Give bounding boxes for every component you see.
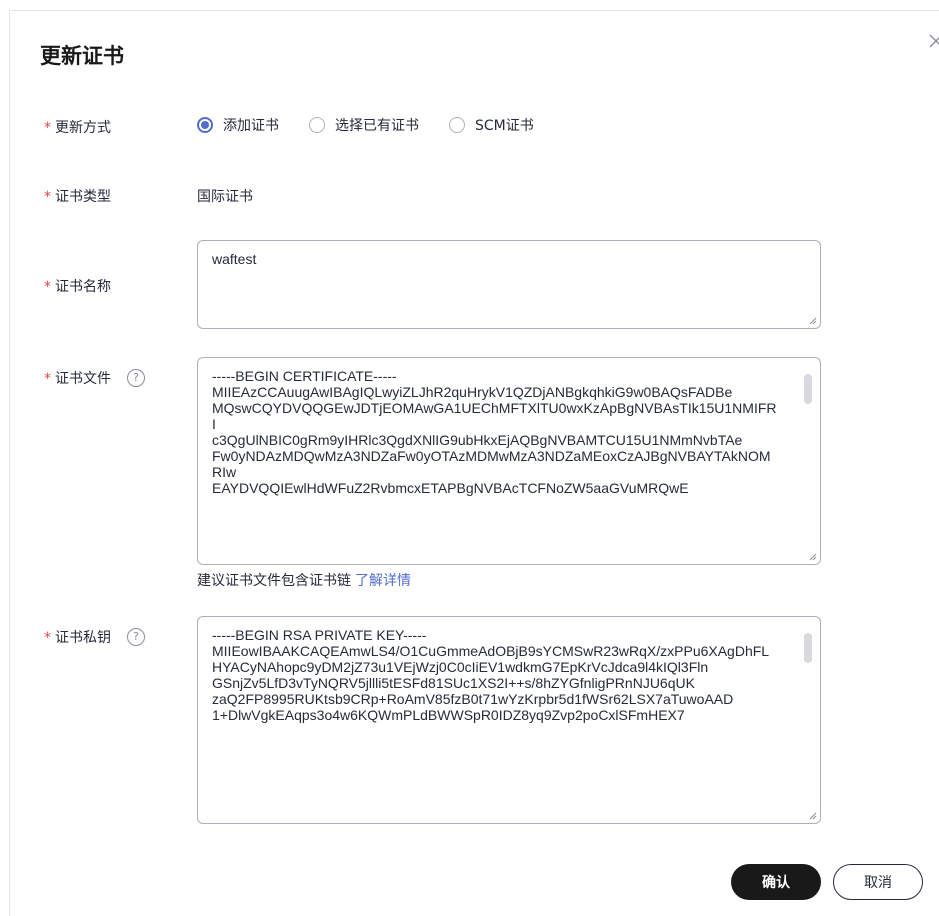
radio-unchecked-icon (449, 117, 465, 133)
cert-chain-hint: 建议证书文件包含证书链 了解详情 (197, 573, 411, 589)
resize-handle-icon[interactable] (809, 812, 817, 820)
cancel-button[interactable]: 取消 (833, 864, 923, 900)
confirm-button[interactable]: 确认 (731, 864, 821, 900)
radio-unchecked-icon (309, 117, 325, 133)
scrollbar-thumb[interactable] (804, 633, 812, 663)
required-star: * (44, 279, 51, 295)
question-circle-icon[interactable]: ? (127, 628, 145, 646)
cert-file-label: * 证书文件? (44, 368, 145, 388)
dialog-title: 更新证书 (40, 44, 124, 68)
required-star: * (44, 371, 51, 387)
update-method-label: * 更新方式 (44, 120, 111, 136)
private-key-textarea[interactable]: -----BEGIN RSA PRIVATE KEY----- MIIEowIB… (197, 616, 821, 824)
radio-add-certificate[interactable]: 添加证书 (197, 115, 279, 135)
required-star: * (44, 189, 51, 205)
cert-type-label: * 证书类型 (44, 189, 111, 205)
update-method-radio-group: 添加证书 选择已有证书 SCM证书 (197, 115, 564, 135)
radio-checked-icon (197, 117, 213, 133)
resize-handle-icon[interactable] (809, 553, 817, 561)
private-key-label: * 证书私钥? (44, 627, 145, 647)
radio-scm-certificate[interactable]: SCM证书 (449, 115, 534, 135)
required-star: * (44, 630, 51, 646)
close-icon[interactable] (926, 31, 939, 51)
question-circle-icon[interactable]: ? (127, 369, 145, 387)
required-star: * (44, 120, 51, 136)
cert-name-input[interactable]: waftest (197, 240, 821, 329)
cert-name-label: * 证书名称 (44, 279, 111, 295)
cert-type-value: 国际证书 (197, 189, 253, 205)
learn-more-link[interactable]: 了解详情 (355, 573, 411, 589)
scrollbar-thumb[interactable] (804, 374, 812, 404)
cert-file-textarea[interactable]: -----BEGIN CERTIFICATE----- MIIEAzCCAuug… (197, 357, 821, 565)
radio-select-existing-certificate[interactable]: 选择已有证书 (309, 115, 419, 135)
resize-handle-icon[interactable] (809, 317, 817, 325)
